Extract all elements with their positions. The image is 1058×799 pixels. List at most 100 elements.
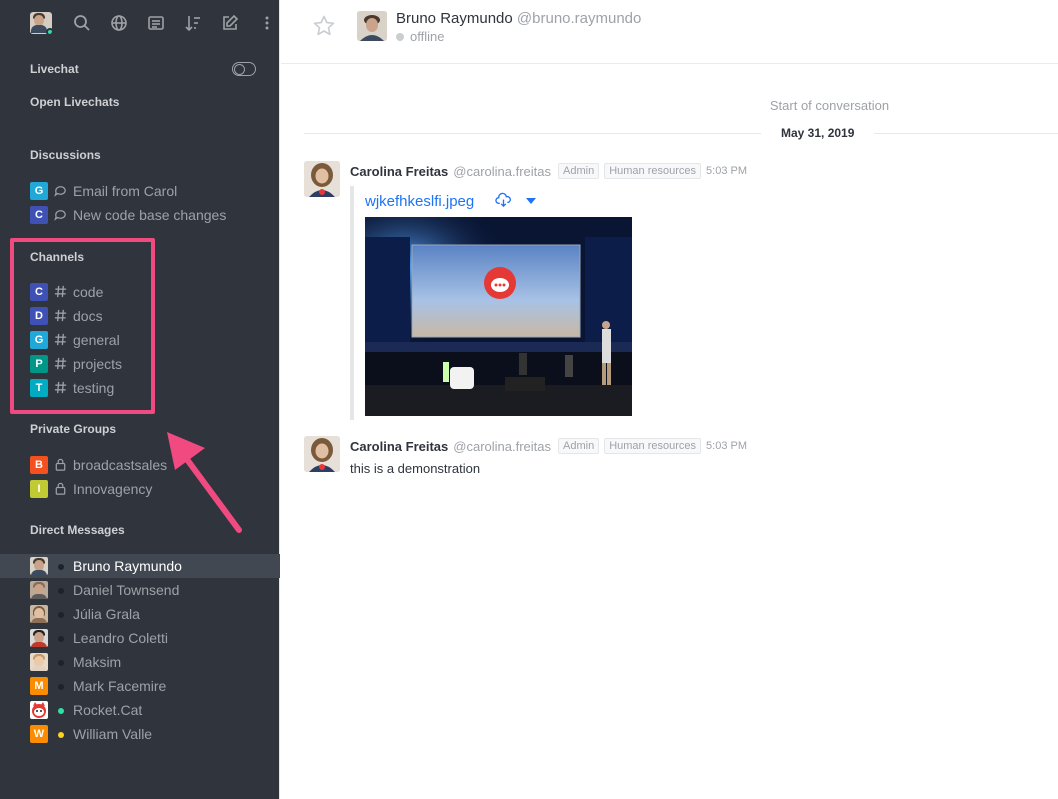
attachment-image[interactable] [365,217,632,416]
livechat-section-title: Livechat [30,62,79,76]
sidebar-item-label: Daniel Townsend [73,582,180,598]
download-cloud-icon[interactable] [495,192,512,209]
sidebar-item-label: Rocket.Cat [73,702,143,718]
message-username[interactable]: @carolina.freitas [453,439,551,454]
status-dot [58,612,64,618]
rocket-cat-avatar [30,701,48,719]
message-author[interactable]: Carolina Freitas [350,439,448,454]
user-avatar [30,653,48,671]
lock-icon [53,481,69,497]
sidebar-item-mark-facemire[interactable]: M Mark Facemire [0,674,280,698]
room-title: Bruno Raymundo @bruno.raymundo [396,10,641,27]
sidebar-toolbar [0,0,280,48]
message-text: this is a demonstration [350,461,481,476]
message-time: 5:03 PM [706,165,747,177]
sidebar-item-label: William Valle [73,726,153,742]
attachment-filename-link[interactable]: wjkefhkeslfi.jpeg [365,193,474,210]
user-avatar [30,629,48,647]
role-badge: Admin [558,163,600,179]
discussion-icon [53,183,69,199]
attachment-bar [350,186,354,420]
start-of-conversation: Start of conversation [769,98,890,113]
message[interactable]: Carolina Freitas @carolina.freitas Admin… [304,161,1044,421]
room-avatar: C [30,206,48,224]
status-dot [58,636,64,642]
discussions-section-title: Discussions [30,148,101,162]
message[interactable]: Carolina Freitas @carolina.freitas Admin… [304,436,1044,486]
direct-messages-section-title: Direct Messages [30,523,125,537]
annotation-arrow-icon [167,432,242,533]
room-avatar: B [30,456,48,474]
room-status: offline [396,29,444,44]
user-avatar: M [30,677,48,695]
message-header: Carolina Freitas @carolina.freitas Admin… [350,163,747,179]
livechat-toggle[interactable] [232,62,256,76]
sidebar-item-rocket-cat[interactable]: Rocket.Cat [0,698,280,722]
more-menu-icon[interactable] [257,13,269,33]
user-avatar: W [30,725,48,743]
status-dot [58,684,64,690]
status-dot [58,588,64,594]
image-attachment: wjkefhkeslfi.jpeg [350,186,635,580]
sidebar-item-label: Maksim [73,654,122,670]
sidebar-item-label: Júlia Grala [73,606,140,622]
user-avatar[interactable] [30,12,52,34]
message-header: Carolina Freitas @carolina.freitas Admin… [350,438,747,454]
sidebar-item-label: Bruno Raymundo [73,558,182,574]
sidebar-item-label: New code base changes [73,207,227,223]
sidebar-item-label: Mark Facemire [73,678,167,694]
display-mode-icon[interactable] [146,13,166,33]
discussion-icon [53,207,69,223]
room-status-text: offline [410,29,445,44]
sidebar-item-julia-grala[interactable]: Júlia Grala [0,602,280,626]
sidebar: Livechat Open Livechats Discussions G Em… [0,0,280,799]
sidebar-item-bruno-raymundo[interactable]: Bruno Raymundo [0,554,280,578]
status-dot [58,564,64,570]
role-badge: Human resources [604,438,702,454]
star-icon[interactable] [312,14,336,38]
user-avatar [30,557,48,575]
header-avatar[interactable] [357,11,387,41]
sidebar-item-leandro-coletti[interactable]: Leandro Coletti [0,626,280,650]
status-dot [396,32,404,41]
attachment-collapse-caret-icon[interactable] [526,198,536,204]
sidebar-item-daniel-townsend[interactable]: Daniel Townsend [0,578,280,602]
sidebar-item-william-valle[interactable]: W William Valle [0,722,280,746]
day-divider-label: May 31, 2019 [761,126,875,140]
user-avatar [30,581,48,599]
sort-icon[interactable] [183,13,203,33]
create-new-icon[interactable] [220,13,240,33]
sidebar-item-label: Innovagency [73,481,153,497]
room-title-username: @bruno.raymundo [516,10,642,27]
user-status-dot [46,28,52,34]
room-header: Bruno Raymundo @bruno.raymundo offline [281,0,1058,64]
sidebar-item-label: broadcastsales [73,457,168,473]
room-avatar: G [30,182,48,200]
day-divider [304,133,1058,134]
status-dot [58,708,64,714]
status-dot [58,660,64,666]
user-avatar [30,605,48,623]
sidebar-item-new-code-base-changes[interactable]: C New code base changes [0,203,280,227]
role-badge: Human resources [604,163,702,179]
sidebar-item-maksim[interactable]: Maksim [0,650,280,674]
sidebar-item-email-from-carol[interactable]: G Email from Carol [0,179,280,203]
message-author[interactable]: Carolina Freitas [350,164,448,179]
message-avatar[interactable] [304,436,340,472]
role-badge: Admin [558,438,600,454]
message-time: 5:03 PM [706,440,747,452]
open-livechats-link[interactable]: Open Livechats [30,95,119,109]
search-icon[interactable] [72,13,92,33]
channels-highlight-box [10,238,155,414]
message-avatar[interactable] [304,161,340,197]
lock-icon [53,457,69,473]
main-content: Bruno Raymundo @bruno.raymundo offline S… [281,0,1058,799]
room-avatar: I [30,480,48,498]
message-username[interactable]: @carolina.freitas [453,164,551,179]
room-title-name: Bruno Raymundo [396,10,513,27]
sidebar-item-label: Email from Carol [73,183,178,199]
directory-globe-icon[interactable] [109,13,129,33]
status-dot [58,732,64,738]
sidebar-item-label: Leandro Coletti [73,630,168,646]
private-groups-section-title: Private Groups [30,422,117,436]
